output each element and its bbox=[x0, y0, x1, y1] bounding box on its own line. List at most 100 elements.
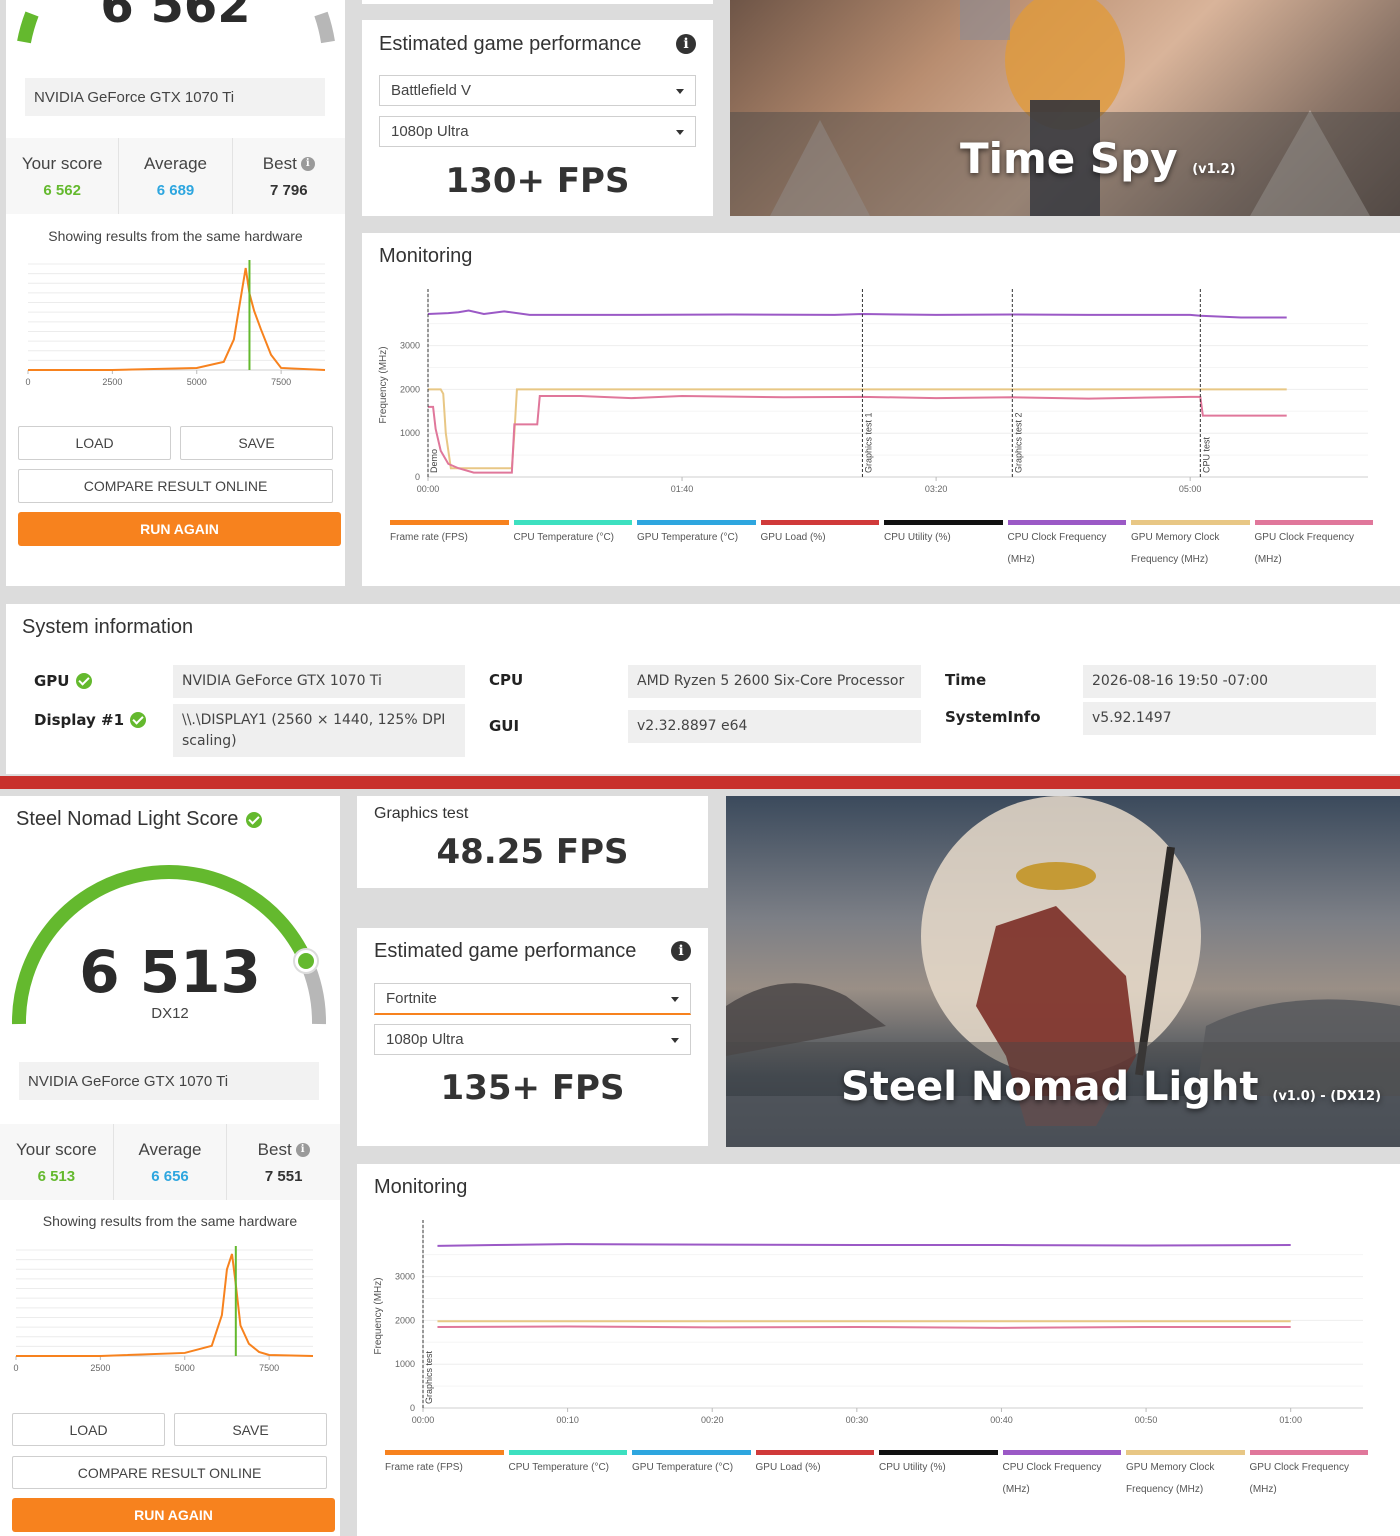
legend-label: GPU Memory Clock Frequency (MHz) bbox=[1131, 532, 1220, 565]
legend-item[interactable]: Frame rate (FPS) bbox=[385, 1450, 509, 1501]
ts-monitoring-legend: Frame rate (FPS) CPU Temperature (°C) GPU … bbox=[390, 520, 1378, 571]
y-tick-label: 3000 bbox=[395, 1272, 415, 1282]
ts-game-performance-card: Estimated game performance i Battlefield… bbox=[362, 20, 713, 216]
sn-run-again-button[interactable]: RUN AGAIN bbox=[12, 1498, 335, 1532]
average-label: Average bbox=[138, 1140, 202, 1159]
ts-game-select-value: Battlefield V bbox=[391, 82, 472, 99]
ts-fps-estimate: 130+ FPS bbox=[445, 161, 630, 201]
legend-item[interactable]: CPU Clock Frequency (MHz) bbox=[1007, 520, 1132, 571]
info-icon[interactable]: i bbox=[300, 157, 315, 171]
ts-monitoring-title: Monitoring bbox=[379, 245, 473, 267]
ts-run-again-button[interactable]: RUN AGAIN bbox=[18, 512, 341, 546]
legend-label: GPU Temperature (°C) bbox=[637, 532, 739, 543]
average-label: Average bbox=[143, 154, 207, 173]
legend-label: GPU Memory Clock Frequency (MHz) bbox=[1126, 1462, 1215, 1495]
legend-item[interactable]: GPU Load (%) bbox=[760, 520, 885, 571]
x-tick-label: 00:00 bbox=[412, 1415, 435, 1425]
average-value: 6 689 bbox=[156, 182, 195, 199]
cpu-label: CPU bbox=[489, 671, 524, 689]
sn-egp-title: Estimated game performance bbox=[374, 940, 637, 962]
x-tick-label: 03:20 bbox=[925, 484, 948, 494]
best-label: Best bbox=[262, 154, 297, 173]
y-tick-label: 1000 bbox=[395, 1359, 415, 1369]
ts-compare-button[interactable]: COMPARE RESULT ONLINE bbox=[18, 469, 333, 503]
y-tick-label: 0 bbox=[415, 472, 420, 482]
legend-item[interactable]: CPU Temperature (°C) bbox=[513, 520, 638, 571]
x-tick-label: 00:50 bbox=[1135, 1415, 1158, 1425]
x-tick-label: 00:40 bbox=[990, 1415, 1013, 1425]
sn-hero-version: (v1.0) - (DX12) bbox=[1272, 1089, 1382, 1104]
sn-preset-select[interactable]: 1080p Ultra bbox=[374, 1024, 691, 1055]
legend-label: CPU Clock Frequency (MHz) bbox=[1002, 1462, 1102, 1495]
y-axis-label: Frequency (MHz) bbox=[373, 1277, 384, 1354]
legend-item[interactable]: GPU Memory Clock Frequency (MHz) bbox=[1131, 520, 1255, 571]
legend-item[interactable]: GPU Load (%) bbox=[755, 1450, 880, 1501]
ts-hero-version: (v1.2) bbox=[1192, 162, 1236, 177]
x-tick-label: 5000 bbox=[175, 1363, 195, 1373]
legend-item[interactable]: CPU Clock Frequency (MHz) bbox=[1002, 1450, 1127, 1501]
series-line bbox=[437, 1243, 1291, 1247]
ts-hero-banner: Time Spy (v1.2) bbox=[730, 0, 1400, 216]
test-marker-label: CPU test bbox=[1201, 436, 1211, 473]
test-marker-label: Graphics test 2 bbox=[1013, 412, 1023, 473]
sn-score-title-text: Steel Nomad Light Score bbox=[16, 808, 239, 830]
legend-item[interactable]: GPU Clock Frequency (MHz) bbox=[1249, 1450, 1374, 1501]
legend-swatch bbox=[632, 1450, 751, 1455]
info-icon[interactable]: i bbox=[676, 34, 696, 54]
sn-game-select[interactable]: Fortnite bbox=[374, 983, 691, 1015]
legend-item[interactable]: GPU Temperature (°C) bbox=[632, 1450, 756, 1501]
sn-load-button[interactable]: LOAD bbox=[12, 1413, 165, 1446]
sn-monitoring-legend: Frame rate (FPS) CPU Temperature (°C) GPU … bbox=[385, 1450, 1373, 1501]
ts-load-button[interactable]: LOAD bbox=[18, 426, 171, 460]
legend-swatch bbox=[1126, 1450, 1245, 1455]
ts-preset-select[interactable]: 1080p Ultra bbox=[379, 116, 696, 147]
your-score-label: Your score bbox=[21, 154, 103, 173]
legend-swatch bbox=[1007, 520, 1126, 525]
x-tick-label: 00:30 bbox=[846, 1415, 869, 1425]
info-icon[interactable]: i bbox=[671, 941, 691, 961]
info-icon[interactable]: i bbox=[295, 1143, 310, 1157]
gpu-value: NVIDIA GeForce GTX 1070 Ti bbox=[173, 665, 465, 698]
x-tick-label: 7500 bbox=[271, 377, 291, 387]
x-tick-label: 2500 bbox=[90, 1363, 110, 1373]
ts-preset-select-value: 1080p Ultra bbox=[391, 123, 469, 140]
sn-compare-button[interactable]: COMPARE RESULT ONLINE bbox=[12, 1456, 327, 1489]
average-value: 6 656 bbox=[151, 1168, 189, 1185]
legend-item[interactable]: GPU Temperature (°C) bbox=[637, 520, 761, 571]
sn-game-performance-card: Estimated game performance i Fortnite 10… bbox=[357, 928, 708, 1146]
x-tick-label: 2500 bbox=[102, 377, 122, 387]
gui-label: GUI bbox=[489, 717, 520, 735]
ts-best-score: Best i 7 796 bbox=[233, 138, 345, 214]
x-tick-label: 00:10 bbox=[556, 1415, 579, 1425]
legend-item[interactable]: CPU Utility (%) bbox=[879, 1450, 1003, 1501]
legend-item[interactable]: GPU Clock Frequency (MHz) bbox=[1254, 520, 1379, 571]
y-tick-label: 2000 bbox=[400, 384, 420, 394]
display-value: \\.\DISPLAY1 (2560 × 1440, 125% DPI scal… bbox=[173, 704, 465, 757]
legend-swatch bbox=[1254, 520, 1373, 525]
legend-item[interactable]: CPU Utility (%) bbox=[884, 520, 1008, 571]
legend-item[interactable]: Frame rate (FPS) bbox=[390, 520, 514, 571]
legend-label: GPU Temperature (°C) bbox=[632, 1462, 734, 1473]
x-tick-label: 00:20 bbox=[701, 1415, 724, 1425]
y-axis-label: Frequency (MHz) bbox=[378, 346, 389, 423]
legend-item[interactable]: CPU Temperature (°C) bbox=[508, 1450, 633, 1501]
ts-hero-title-text: Time Spy bbox=[960, 134, 1178, 183]
sn-monitoring-title: Monitoring bbox=[374, 1176, 468, 1198]
display-label: Display #1 bbox=[34, 711, 147, 729]
ts-top-panel-stub bbox=[362, 0, 713, 4]
legend-swatch bbox=[508, 1450, 627, 1455]
ts-average-score: Average 6 689 bbox=[119, 138, 233, 214]
legend-item[interactable]: GPU Memory Clock Frequency (MHz) bbox=[1126, 1450, 1250, 1501]
sn-save-button[interactable]: SAVE bbox=[174, 1413, 327, 1446]
ts-egp-title: Estimated game performance bbox=[379, 33, 642, 55]
system-information-card: System information GPU NVIDIA GeForce GT… bbox=[6, 604, 1400, 774]
sn-score-value: 6 513 bbox=[79, 938, 261, 1006]
legend-swatch bbox=[385, 1450, 504, 1455]
best-value: 7 796 bbox=[270, 182, 308, 199]
sn-game-select-value: Fortnite bbox=[386, 990, 437, 1007]
ts-game-select[interactable]: Battlefield V bbox=[379, 75, 696, 106]
legend-swatch bbox=[390, 520, 509, 525]
ts-save-button[interactable]: SAVE bbox=[180, 426, 333, 460]
legend-label: CPU Clock Frequency (MHz) bbox=[1007, 532, 1107, 565]
series-line bbox=[428, 388, 1287, 470]
